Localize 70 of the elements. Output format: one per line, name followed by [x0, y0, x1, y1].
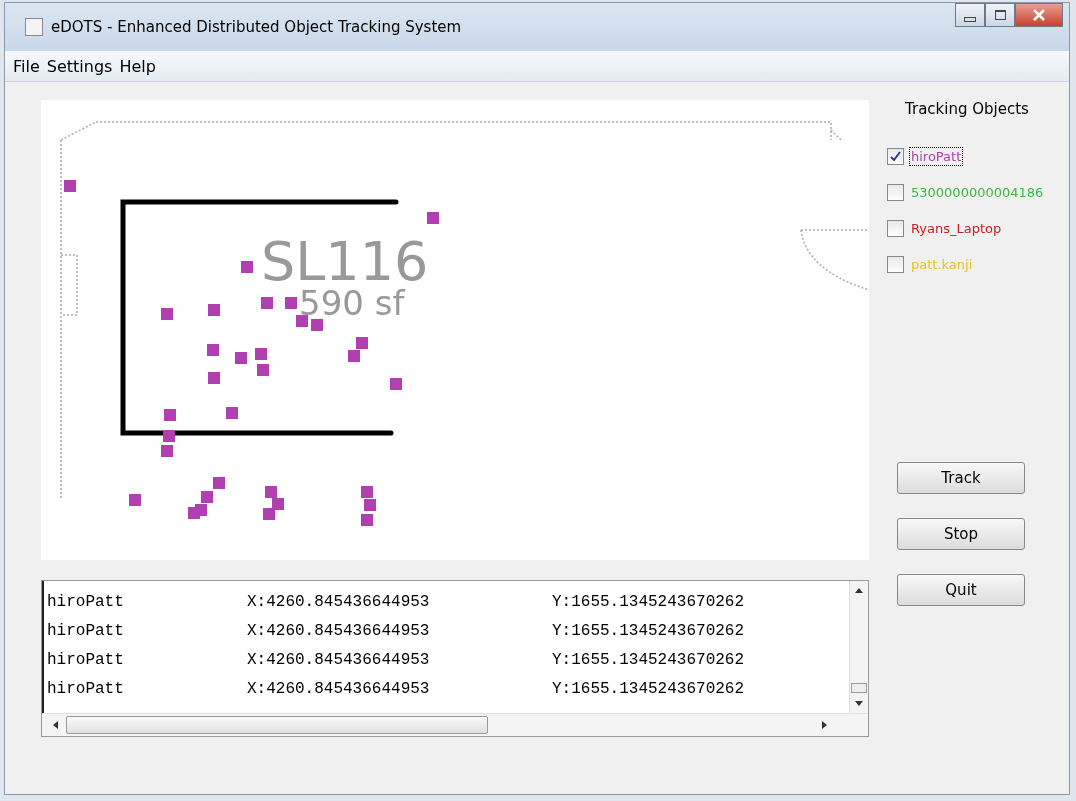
- position-marker: [261, 297, 273, 309]
- position-marker: [348, 350, 360, 362]
- action-button[interactable]: Track: [897, 462, 1025, 494]
- scroll-down-icon[interactable]: [855, 701, 863, 707]
- window-title: eDOTS - Enhanced Distributed Object Tracking System: [51, 18, 462, 36]
- position-marker: [356, 337, 368, 349]
- vertical-scrollbar[interactable]: [849, 581, 868, 713]
- log-object-name: hiroPatt: [47, 679, 125, 698]
- log-y-coordinate: Y:1655.1345243670262: [552, 679, 745, 698]
- position-marker: [64, 180, 76, 192]
- position-marker: [364, 499, 376, 511]
- position-marker: [427, 212, 439, 224]
- object-label[interactable]: hiroPatt: [910, 147, 963, 165]
- position-marker: [213, 477, 225, 489]
- log-x-coordinate: X:4260.845436644953: [247, 679, 431, 698]
- position-marker: [390, 378, 402, 390]
- position-marker: [164, 409, 176, 421]
- scroll-right-icon[interactable]: [822, 721, 828, 729]
- position-marker: [311, 319, 323, 331]
- position-marker: [235, 352, 247, 364]
- position-marker: [207, 344, 219, 356]
- position-marker: [361, 486, 373, 498]
- position-marker: [163, 430, 175, 442]
- close-icon: [1032, 9, 1046, 21]
- action-button[interactable]: Quit: [897, 574, 1025, 606]
- app-icon: [25, 18, 43, 36]
- scroll-up-icon[interactable]: [855, 587, 863, 593]
- menu-item[interactable]: Settings: [46, 56, 113, 76]
- maximize-button[interactable]: [985, 3, 1015, 27]
- position-marker: [257, 364, 269, 376]
- log-object-name: hiroPatt: [47, 650, 125, 669]
- panel-heading: Tracking Objects: [905, 100, 1029, 118]
- position-marker: [255, 348, 267, 360]
- position-marker: [226, 407, 238, 419]
- menu-item[interactable]: File: [13, 56, 40, 76]
- scrollbar-thumb[interactable]: [66, 716, 488, 734]
- position-marker: [272, 498, 284, 510]
- position-marker: [201, 491, 213, 503]
- log-object-name: hiroPatt: [47, 592, 125, 611]
- position-marker: [285, 297, 297, 309]
- position-marker: [208, 304, 220, 316]
- position-marker: [265, 486, 277, 498]
- position-marker: [129, 494, 141, 506]
- checkbox[interactable]: [887, 219, 904, 237]
- position-marker: [161, 445, 173, 457]
- checkbox[interactable]: [887, 147, 904, 165]
- log-object-name: hiroPatt: [47, 621, 125, 640]
- position-marker: [263, 508, 275, 520]
- close-button[interactable]: [1015, 3, 1063, 27]
- scroll-left-icon[interactable]: [52, 721, 58, 729]
- log-y-coordinate: Y:1655.1345243670262: [552, 621, 745, 640]
- horizontal-scrollbar[interactable]: [42, 713, 868, 736]
- log-y-coordinate: Y:1655.1345243670262: [552, 592, 745, 611]
- scrollbar-thumb[interactable]: [851, 683, 867, 693]
- minimize-button[interactable]: [955, 3, 985, 27]
- position-marker: [361, 514, 373, 526]
- position-marker: [161, 308, 173, 320]
- position-marker: [296, 315, 308, 327]
- log-x-coordinate: X:4260.845436644953: [247, 621, 431, 640]
- position-marker: [241, 261, 253, 273]
- checkbox[interactable]: [887, 183, 904, 201]
- log-y-coordinate: Y:1655.1345243670262: [552, 650, 745, 669]
- position-marker: [188, 507, 200, 519]
- log-x-coordinate: X:4260.845436644953: [247, 650, 431, 669]
- action-button[interactable]: Stop: [897, 518, 1025, 550]
- menu-item[interactable]: Help: [119, 56, 156, 76]
- object-label[interactable]: Ryans_Laptop: [910, 219, 1003, 237]
- log-x-coordinate: X:4260.845436644953: [247, 592, 431, 611]
- checkbox[interactable]: [887, 255, 904, 273]
- position-marker: [208, 372, 220, 384]
